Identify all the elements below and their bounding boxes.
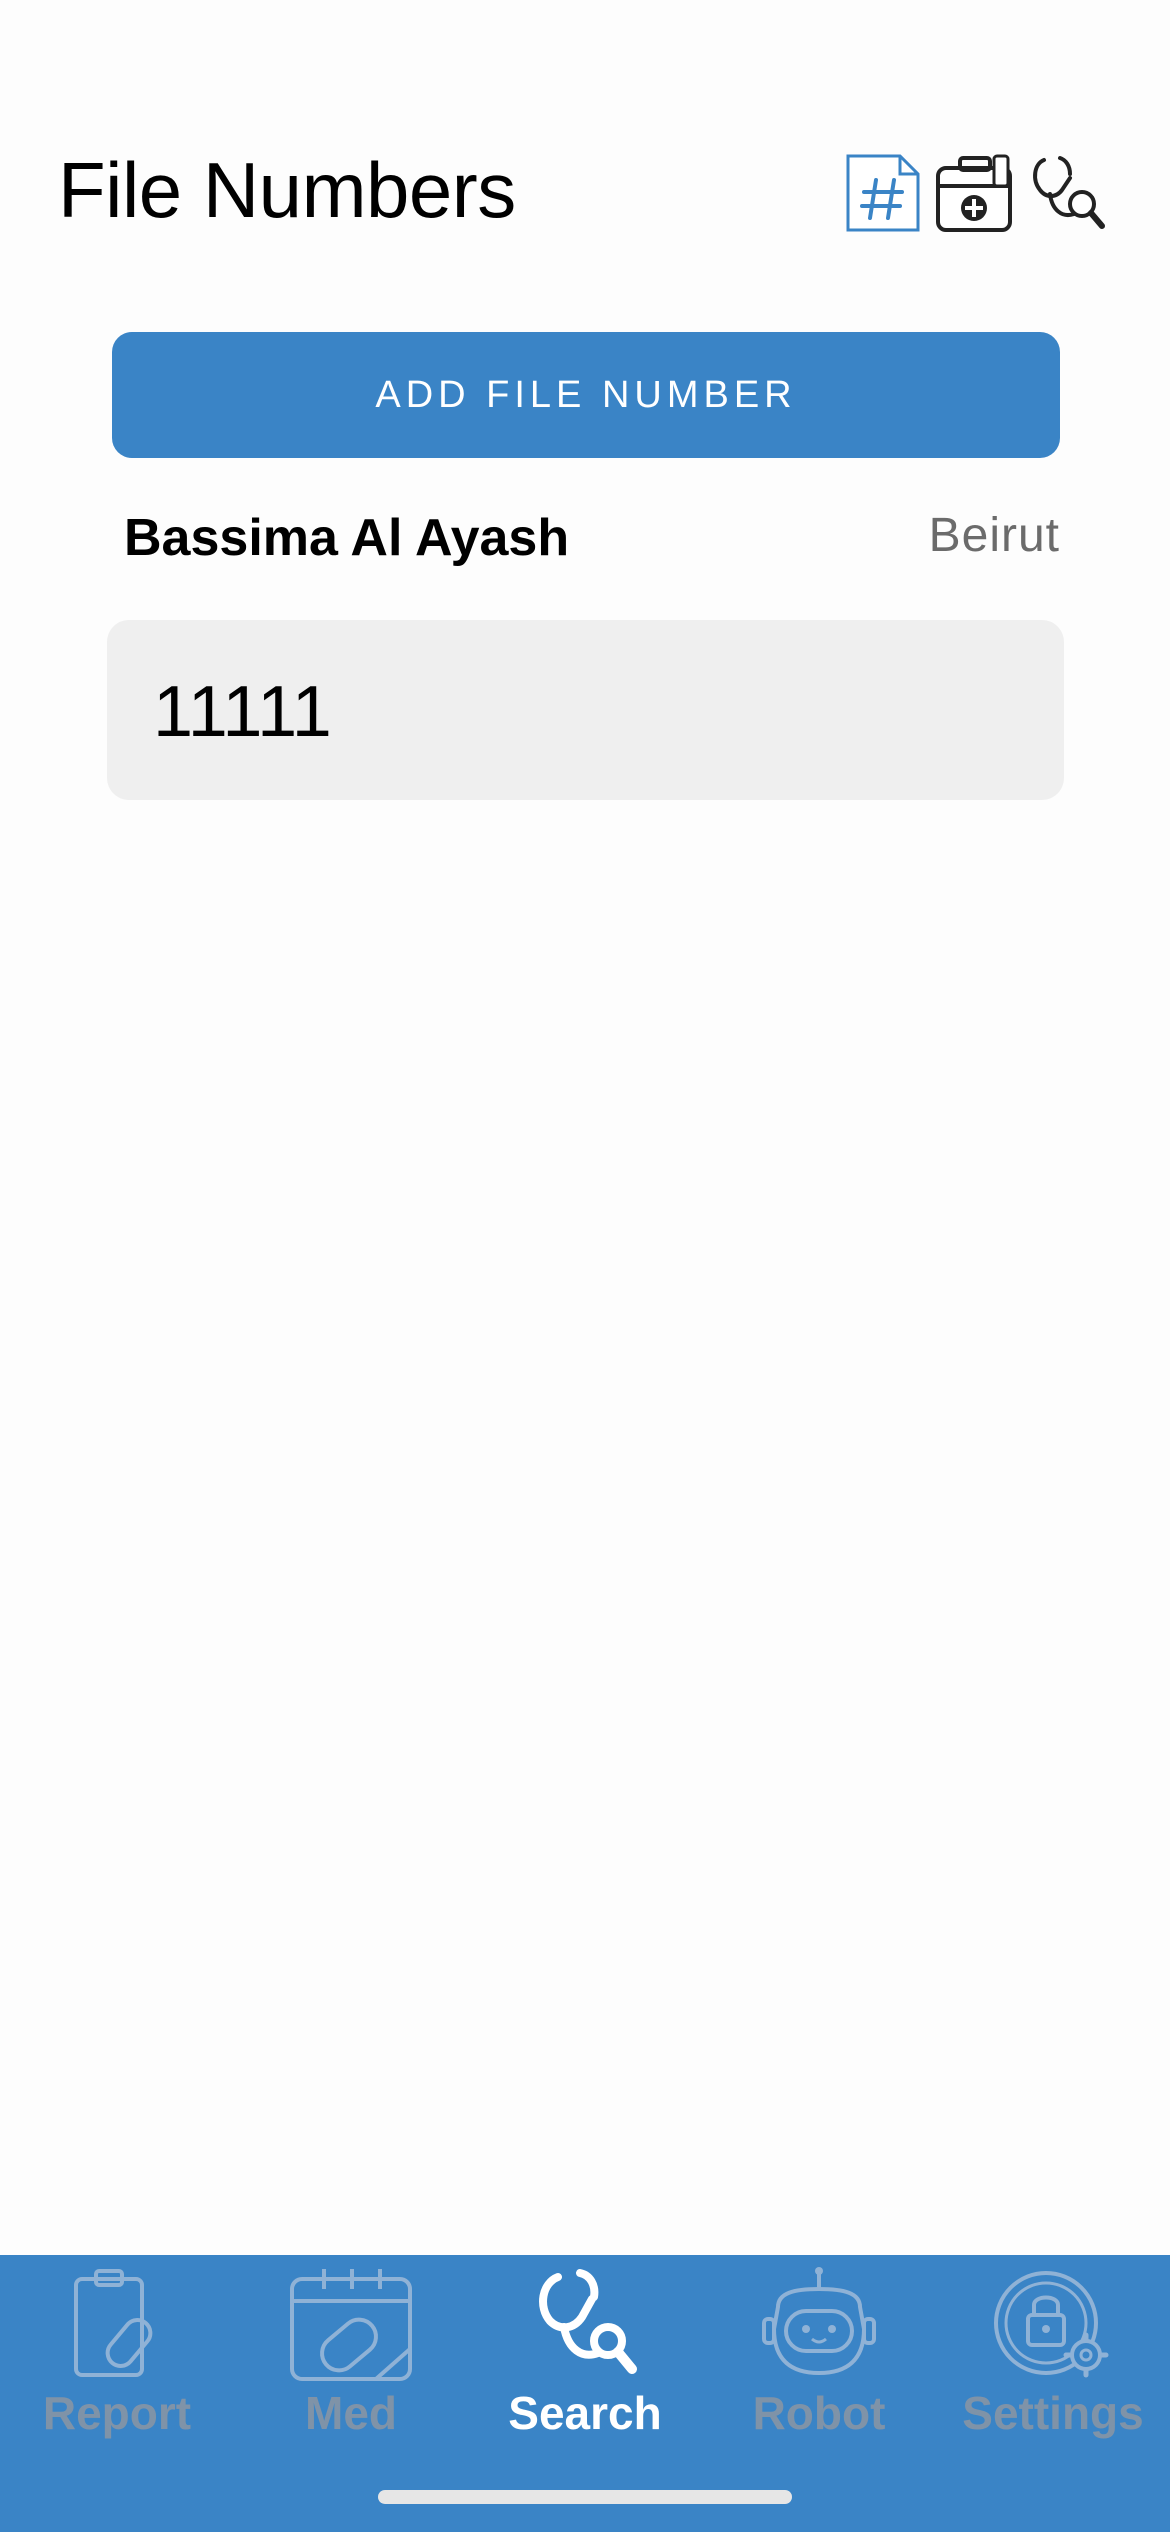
tab-med[interactable]: Med: [234, 2255, 468, 2485]
tab-bar: Report Med Search Robot Settings: [0, 2255, 1170, 2532]
hash-document-icon[interactable]: [842, 152, 924, 234]
patient-city: Beirut: [928, 509, 1060, 562]
tab-report[interactable]: Report: [0, 2255, 234, 2485]
first-aid-kit-icon[interactable]: [934, 152, 1014, 234]
add-file-number-button[interactable]: ADD FILE NUMBER: [112, 332, 1060, 458]
tab-settings[interactable]: Settings: [936, 2255, 1170, 2485]
tab-search-label: Search: [508, 2387, 662, 2439]
robot-icon: [754, 2265, 884, 2385]
tab-report-label: Report: [42, 2387, 192, 2439]
tab-search[interactable]: Search: [468, 2255, 702, 2485]
tab-med-label: Med: [305, 2387, 397, 2439]
file-number-card[interactable]: 11111: [107, 620, 1064, 800]
lock-gear-icon: [988, 2265, 1118, 2385]
header: File Numbers: [0, 0, 1170, 300]
page-title: File Numbers: [58, 146, 516, 234]
stethoscope-search-icon[interactable]: [1026, 152, 1106, 234]
calendar-pill-icon: [286, 2265, 416, 2385]
patient-name: Bassima Al Ayash: [124, 509, 570, 567]
tab-settings-label: Settings: [962, 2387, 1144, 2439]
stethoscope-search-icon: [520, 2265, 650, 2385]
tab-robot-label: Robot: [752, 2387, 886, 2439]
file-number-value: 11111: [153, 672, 332, 752]
clipboard-pill-icon: [52, 2265, 182, 2385]
home-indicator: [378, 2490, 792, 2504]
tab-robot[interactable]: Robot: [702, 2255, 936, 2485]
